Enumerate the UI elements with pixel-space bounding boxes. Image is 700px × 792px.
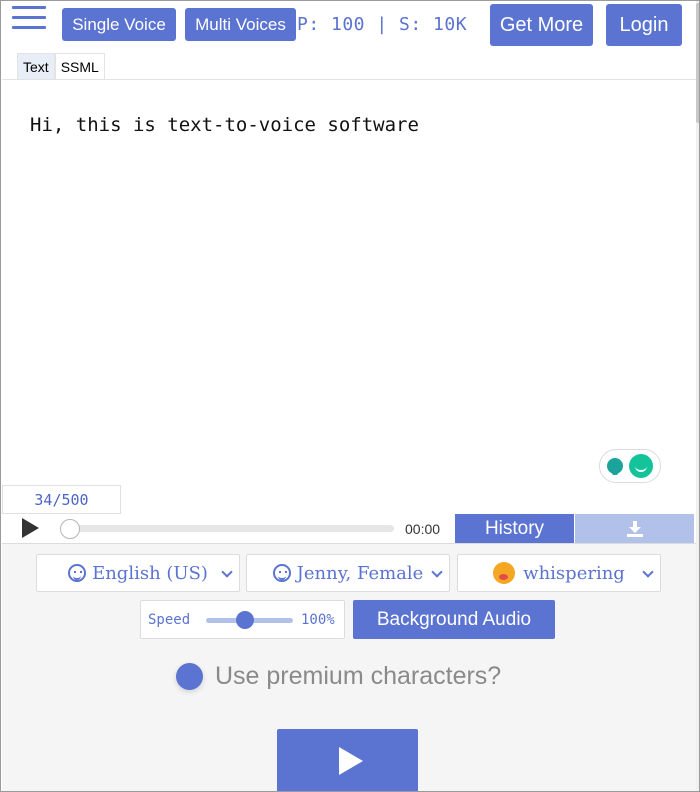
style-value: whispering — [523, 562, 625, 584]
single-voice-button[interactable]: Single Voice — [62, 8, 176, 41]
credits-counter: P: 100 | S: 10K — [297, 14, 468, 35]
whisper-emoji-icon — [493, 562, 516, 584]
play-icon[interactable] — [22, 518, 39, 538]
editor-tabs: Text SSML — [17, 53, 105, 79]
progress-track[interactable] — [62, 525, 394, 532]
style-select[interactable]: whispering — [457, 554, 661, 592]
speed-control: Speed 100% — [140, 600, 345, 639]
download-button[interactable] — [575, 514, 694, 543]
premium-toggle[interactable]: Use premium characters? — [176, 662, 501, 691]
generate-play-button[interactable] — [277, 729, 418, 791]
app-window: Single Voice Multi Voices P: 100 | S: 10… — [0, 0, 700, 792]
playback-time: 00:00 — [405, 521, 441, 537]
voice-settings-panel: English (US) Jenny, Female whispering Sp… — [2, 543, 696, 791]
grammar-assistant-widget[interactable] — [599, 449, 661, 483]
hamburger-menu-icon[interactable] — [12, 6, 46, 32]
premium-label: Use premium characters? — [215, 662, 502, 690]
grammarly-icon[interactable] — [629, 454, 653, 478]
language-select[interactable]: English (US) — [36, 554, 240, 592]
scrollbar-thumb[interactable] — [696, 3, 699, 123]
download-icon — [626, 520, 643, 537]
scrollbar[interactable] — [696, 1, 699, 791]
premium-radio[interactable] — [176, 663, 203, 690]
text-input-area[interactable]: Hi, this is text-to-voice software — [2, 79, 696, 483]
language-value: English (US) — [92, 562, 208, 584]
audio-player: 00:00 History — [2, 514, 696, 543]
login-button[interactable]: Login — [606, 4, 682, 46]
multi-voices-button[interactable]: Multi Voices — [185, 8, 296, 41]
smiley-icon — [272, 564, 291, 582]
chevron-down-icon — [642, 566, 654, 578]
background-audio-button[interactable]: Background Audio — [353, 600, 555, 639]
play-icon — [338, 747, 363, 775]
chevron-down-icon — [221, 566, 233, 578]
character-count: 34/500 — [2, 485, 121, 514]
editor-text[interactable]: Hi, this is text-to-voice software — [30, 114, 419, 136]
get-more-button[interactable]: Get More — [490, 4, 593, 46]
top-bar: Single Voice Multi Voices P: 100 | S: 10… — [1, 1, 697, 49]
speed-slider-thumb[interactable] — [236, 611, 254, 629]
tab-text[interactable]: Text — [17, 53, 55, 79]
smiley-icon — [68, 564, 87, 582]
lightbulb-icon[interactable] — [607, 458, 623, 475]
voice-value: Jenny, Female — [296, 562, 424, 584]
speed-label: Speed — [148, 612, 191, 628]
progress-thumb[interactable] — [60, 519, 80, 539]
tab-ssml[interactable]: SSML — [54, 53, 105, 79]
chevron-down-icon — [431, 566, 443, 578]
history-button[interactable]: History — [455, 514, 574, 543]
speed-value: 100% — [301, 612, 335, 628]
voice-select[interactable]: Jenny, Female — [246, 554, 450, 592]
